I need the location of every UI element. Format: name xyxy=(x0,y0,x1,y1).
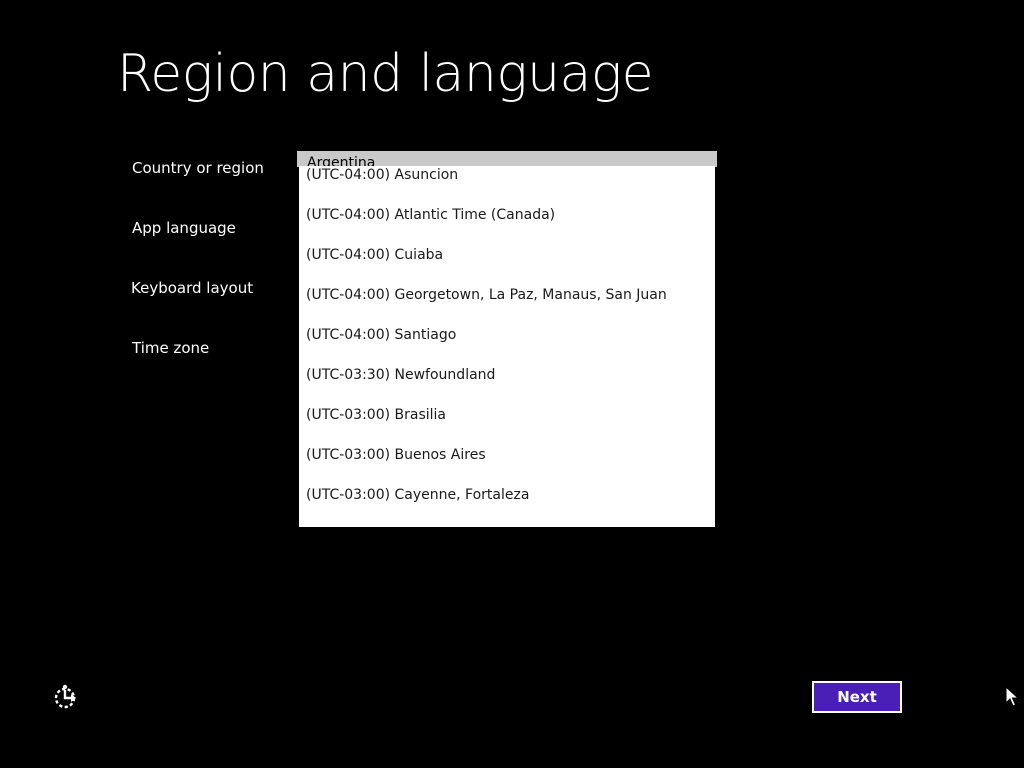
time-zone-label: Time zone xyxy=(132,339,210,357)
dropdown-item-santiago[interactable]: (UTC-04:00) Santiago xyxy=(299,326,715,366)
dropdown-item-buenos-aires[interactable]: (UTC-03:00) Buenos Aires xyxy=(299,446,715,486)
country-select[interactable]: Argentina xyxy=(297,151,717,167)
time-zone-dropdown-list[interactable]: (UTC-04:00) Asuncion (UTC-04:00) Atlanti… xyxy=(299,166,715,527)
dropdown-item-atlantic-time[interactable]: (UTC-04:00) Atlantic Time (Canada) xyxy=(299,206,715,246)
setup-screen: Region and language Country or region Ap… xyxy=(0,0,1024,768)
dropdown-item-cuiaba[interactable]: (UTC-04:00) Cuiaba xyxy=(299,246,715,286)
country-label: Country or region xyxy=(132,159,264,177)
dropdown-item-newfoundland[interactable]: (UTC-03:30) Newfoundland xyxy=(299,366,715,406)
keyboard-layout-label: Keyboard layout xyxy=(131,279,254,297)
page-title: Region and language xyxy=(117,44,654,104)
dropdown-item-georgetown[interactable]: (UTC-04:00) Georgetown, La Paz, Manaus, … xyxy=(299,286,715,326)
dropdown-item-brasilia[interactable]: (UTC-03:00) Brasilia xyxy=(299,406,715,446)
dropdown-item-cayenne[interactable]: (UTC-03:00) Cayenne, Fortaleza xyxy=(299,486,715,526)
app-language-label: App language xyxy=(132,219,236,237)
dropdown-item-asuncion[interactable]: (UTC-04:00) Asuncion xyxy=(299,166,715,206)
mouse-pointer-icon xyxy=(1005,685,1020,708)
next-button[interactable]: Next xyxy=(812,681,902,713)
ease-of-access-icon[interactable] xyxy=(52,683,80,711)
